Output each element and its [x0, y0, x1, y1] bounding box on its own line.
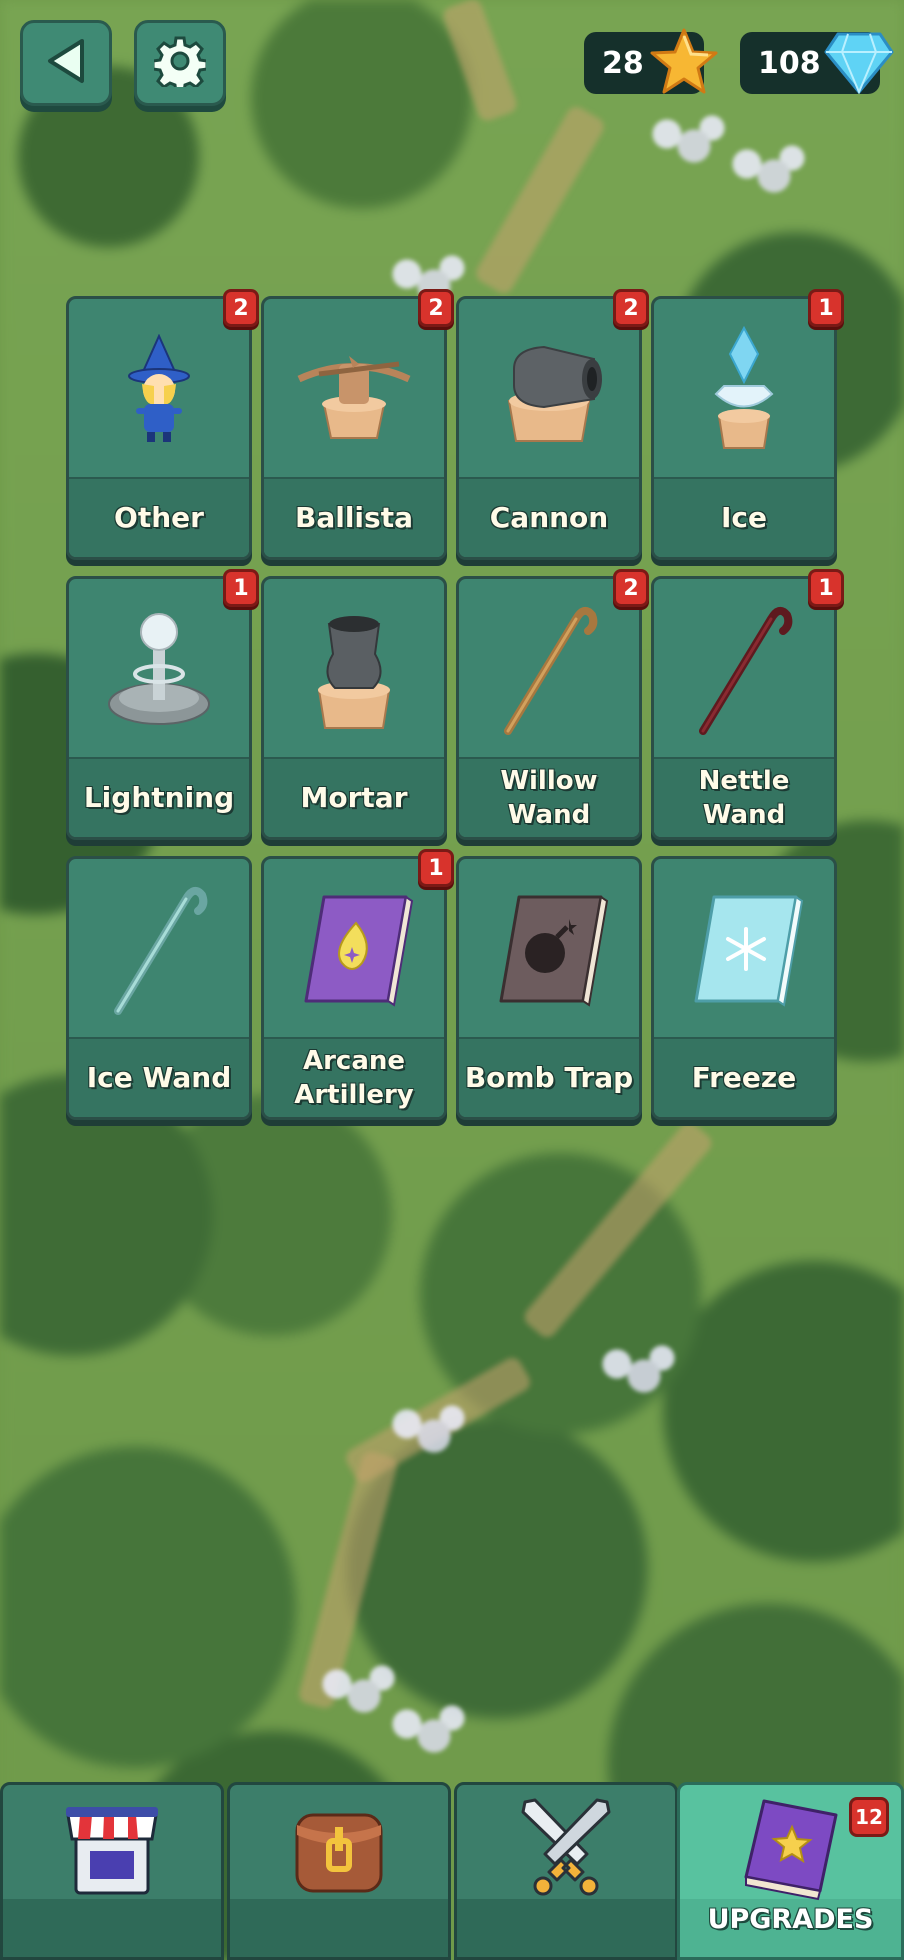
notification-badge: 2 — [613, 289, 649, 327]
card-label: Nettle Wand — [654, 757, 834, 837]
ballista-icon — [264, 299, 444, 479]
notification-badge: 1 — [418, 849, 454, 887]
gear-icon — [151, 35, 209, 94]
bomb-spellbook-icon — [459, 859, 639, 1039]
ice-wand-icon — [69, 859, 249, 1039]
ice-tower-icon — [654, 299, 834, 479]
mortar-icon — [264, 579, 444, 759]
card-label: Other — [69, 477, 249, 557]
freeze-spellbook-icon — [654, 859, 834, 1039]
diamond-icon — [824, 32, 894, 98]
card-nettle-wand[interactable]: Nettle Wand 1 — [651, 569, 844, 840]
card-label: Ballista — [264, 477, 444, 557]
tab-upgrades-label: UPGRADES — [707, 1904, 874, 1935]
card-ice-wand[interactable]: Ice Wand — [66, 856, 252, 1120]
card-arcane-artillery[interactable]: Arcane Artillery 1 — [261, 849, 454, 1120]
crossed-swords-icon — [511, 1794, 621, 1908]
card-label: Cannon — [459, 477, 639, 557]
backpack-icon — [289, 1801, 389, 1901]
card-label: Lightning — [69, 757, 249, 837]
card-label: Mortar — [264, 757, 444, 837]
card-lightning[interactable]: Lightning 1 — [66, 569, 259, 840]
card-mortar[interactable]: Mortar — [261, 576, 447, 840]
cannon-icon — [459, 299, 639, 479]
notification-badge: 12 — [849, 1797, 889, 1837]
back-button[interactable] — [20, 20, 112, 106]
notification-badge: 1 — [223, 569, 259, 607]
card-label: Ice — [654, 477, 834, 557]
card-label: Ice Wand — [69, 1037, 249, 1117]
shop-icon — [62, 1801, 162, 1901]
notification-badge: 2 — [223, 289, 259, 327]
upgrade-category-grid: Other 2 Ballista 2 Cannon 2 Ice 1 Lightn… — [66, 289, 844, 1120]
gem-count: 108 — [758, 45, 821, 81]
card-ballista[interactable]: Ballista 2 — [261, 289, 454, 560]
settings-button[interactable] — [134, 20, 226, 106]
tab-inventory[interactable] — [227, 1782, 451, 1960]
star-icon — [648, 26, 720, 102]
tab-battle[interactable] — [454, 1782, 678, 1960]
notification-badge: 1 — [808, 569, 844, 607]
card-other[interactable]: Other 2 — [66, 289, 259, 560]
card-label: Bomb Trap — [459, 1037, 639, 1117]
wizard-icon — [69, 299, 249, 479]
card-label: Arcane Artillery — [264, 1037, 444, 1117]
star-count: 28 — [602, 45, 644, 81]
card-label: Freeze — [654, 1037, 834, 1117]
nettle-wand-icon — [654, 579, 834, 759]
lightning-tower-icon — [69, 579, 249, 759]
willow-wand-icon — [459, 579, 639, 759]
arcane-spellbook-icon — [264, 859, 444, 1039]
tab-upgrades[interactable]: UPGRADES 12 — [677, 1782, 904, 1960]
back-arrow-icon — [44, 37, 88, 89]
card-willow-wand[interactable]: Willow Wand 2 — [456, 569, 649, 840]
card-label: Willow Wand — [459, 757, 639, 837]
notification-badge: 2 — [418, 289, 454, 327]
notification-badge: 1 — [808, 289, 844, 327]
tab-shop[interactable] — [0, 1782, 224, 1960]
spellbook-icon — [736, 1791, 846, 1905]
card-freeze[interactable]: Freeze — [651, 856, 837, 1120]
card-ice[interactable]: Ice 1 — [651, 289, 844, 560]
notification-badge: 2 — [613, 569, 649, 607]
bottom-navigation: UPGRADES 12 — [0, 1782, 904, 1960]
card-bomb-trap[interactable]: Bomb Trap — [456, 856, 642, 1120]
card-cannon[interactable]: Cannon 2 — [456, 289, 649, 560]
